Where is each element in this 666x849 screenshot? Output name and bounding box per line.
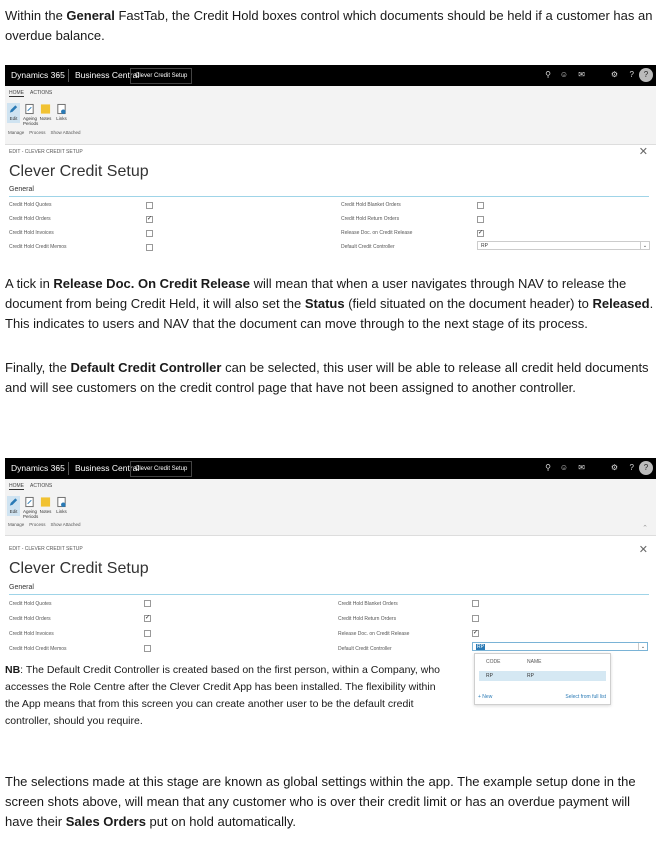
checkbox-credit-hold-blanket-orders[interactable] <box>472 600 479 607</box>
screenshot-2: Dynamics 365 ⌄ Business Central Clever C… <box>5 458 656 658</box>
field-label: Release Doc. on Credit Release <box>338 631 410 637</box>
chevron-down-icon[interactable]: ⌄ <box>638 643 647 650</box>
select-from-full-list-link[interactable]: Select from full list <box>565 694 606 700</box>
checkbox-credit-hold-quotes[interactable] <box>144 600 151 607</box>
checkbox-release-doc-on-credit-release[interactable]: ✓ <box>477 230 484 237</box>
field-label: Credit Hold Orders <box>9 216 51 222</box>
links-button[interactable]: Links <box>55 496 68 516</box>
checkbox-credit-hold-quotes[interactable] <box>146 202 153 209</box>
ribbon: HOME ACTIONS Edit Ageing Periods Notes Li… <box>5 479 656 536</box>
note-icon <box>40 497 51 507</box>
tab-home[interactable]: HOME <box>9 483 24 490</box>
field-label: Credit Hold Blanket Orders <box>341 202 401 208</box>
tab-actions[interactable]: ACTIONS <box>30 90 52 96</box>
chevron-down-icon[interactable]: ⌄ <box>55 463 61 471</box>
breadcrumb: EDIT - CLEVER CREDIT SETUP <box>9 149 83 155</box>
top-bar: Dynamics 365 ⌄ Business Central Clever C… <box>5 65 656 86</box>
page-tag: Clever Credit Setup <box>130 68 193 84</box>
column-header-name[interactable]: NAME <box>527 659 541 665</box>
screenshot-1: Dynamics 365 ⌄ Business Central Clever C… <box>5 65 656 256</box>
help-icon[interactable]: ? <box>630 70 634 79</box>
close-icon[interactable]: ✕ <box>639 543 648 556</box>
note-icon <box>40 104 51 114</box>
checkbox-credit-hold-credit-memos[interactable] <box>146 244 153 251</box>
document-edit-icon <box>25 103 34 115</box>
link-icon <box>57 103 66 115</box>
smiley-icon[interactable]: ☺ <box>560 70 568 79</box>
checkbox-release-doc-on-credit-release[interactable]: ✓ <box>472 630 479 637</box>
edit-button[interactable]: Edit <box>7 496 20 516</box>
lookup-row[interactable]: RP RP <box>479 671 606 681</box>
field-label: Credit Hold Credit Memos <box>9 646 67 652</box>
field-label: Credit Hold Orders <box>9 616 51 622</box>
smiley-icon[interactable]: ☺ <box>560 463 568 472</box>
field-label: Credit Hold Quotes <box>9 202 52 208</box>
checkbox-credit-hold-return-orders[interactable] <box>477 216 484 223</box>
tab-actions[interactable]: ACTIONS <box>30 483 52 489</box>
ageing-periods-button[interactable]: Ageing Periods <box>23 103 38 126</box>
default-credit-controller-select[interactable]: RP ⌄ <box>472 642 648 651</box>
field-label: Credit Hold Quotes <box>9 601 52 607</box>
checkbox-credit-hold-orders[interactable]: ✓ <box>146 216 153 223</box>
field-label: Credit Hold Credit Memos <box>9 244 67 250</box>
links-button[interactable]: Links <box>55 103 68 123</box>
chevron-down-icon[interactable]: ⌄ <box>55 70 61 78</box>
field-label: Credit Hold Blanket Orders <box>338 601 398 607</box>
chevron-down-icon[interactable]: ⌄ <box>640 242 649 249</box>
chevron-up-icon[interactable]: ⌃ <box>642 524 648 532</box>
help-icon[interactable]: ? <box>630 463 634 472</box>
new-button[interactable]: + New <box>478 694 492 700</box>
search-icon[interactable]: ⚲ <box>545 463 551 472</box>
breadcrumb: EDIT - CLEVER CREDIT SETUP <box>9 546 83 552</box>
message-icon[interactable]: ✉ <box>578 463 585 472</box>
default-credit-controller-select[interactable]: RP ⌄ <box>477 241 650 250</box>
page-tag: Clever Credit Setup <box>130 461 193 477</box>
avatar[interactable]: ? <box>639 68 653 82</box>
pencil-icon <box>9 105 18 113</box>
field-label: Credit Hold Return Orders <box>341 216 400 222</box>
field-label: Release Doc. on Credit Release <box>341 230 413 236</box>
gear-icon[interactable]: ⚙ <box>611 70 618 79</box>
message-icon[interactable]: ✉ <box>578 70 585 79</box>
edit-button[interactable]: Edit <box>7 103 20 123</box>
document-edit-icon <box>25 496 34 508</box>
tab-home[interactable]: HOME <box>9 90 24 97</box>
checkbox-credit-hold-invoices[interactable] <box>144 630 151 637</box>
column-header-code[interactable]: CODE <box>486 659 500 665</box>
gear-icon[interactable]: ⚙ <box>611 463 618 472</box>
notes-button[interactable]: Notes <box>39 496 52 516</box>
avatar[interactable]: ? <box>639 461 653 475</box>
intro-paragraph: Within the General FastTab, the Credit H… <box>5 8 653 43</box>
release-doc-paragraph: A tick in Release Doc. On Credit Release… <box>5 276 654 331</box>
checkbox-credit-hold-blanket-orders[interactable] <box>477 202 484 209</box>
field-label: Credit Hold Invoices <box>9 631 54 637</box>
close-icon[interactable]: ✕ <box>639 145 648 158</box>
checkbox-credit-hold-orders[interactable]: ✓ <box>144 615 151 622</box>
page-title: Clever Credit Setup <box>9 560 149 577</box>
ageing-periods-button[interactable]: Ageing Periods <box>23 496 38 519</box>
link-icon <box>57 496 66 508</box>
field-label: Credit Hold Invoices <box>9 230 54 236</box>
checkbox-credit-hold-credit-memos[interactable] <box>144 645 151 652</box>
search-icon[interactable]: ⚲ <box>545 70 551 79</box>
nb-note: NB: The Default Credit Controller is cre… <box>5 664 440 727</box>
checkbox-credit-hold-return-orders[interactable] <box>472 615 479 622</box>
global-settings-paragraph: The selections made at this stage are kn… <box>5 774 636 829</box>
checkbox-credit-hold-invoices[interactable] <box>146 230 153 237</box>
section-general[interactable]: General <box>9 186 34 193</box>
field-label: Default Credit Controller <box>338 646 392 652</box>
controller-lookup: CODE NAME RP RP + New Select from full l… <box>474 653 611 705</box>
page-title: Clever Credit Setup <box>9 163 149 180</box>
field-label: Default Credit Controller <box>341 244 395 250</box>
default-controller-paragraph: Finally, the Default Credit Controller c… <box>5 360 649 395</box>
pencil-icon <box>9 498 18 506</box>
ribbon: HOME ACTIONS Edit Ageing Periods Notes Li… <box>5 86 656 145</box>
section-general[interactable]: General <box>9 584 34 591</box>
notes-button[interactable]: Notes <box>39 103 52 123</box>
top-bar: Dynamics 365 ⌄ Business Central Clever C… <box>5 458 656 479</box>
field-label: Credit Hold Return Orders <box>338 616 397 622</box>
